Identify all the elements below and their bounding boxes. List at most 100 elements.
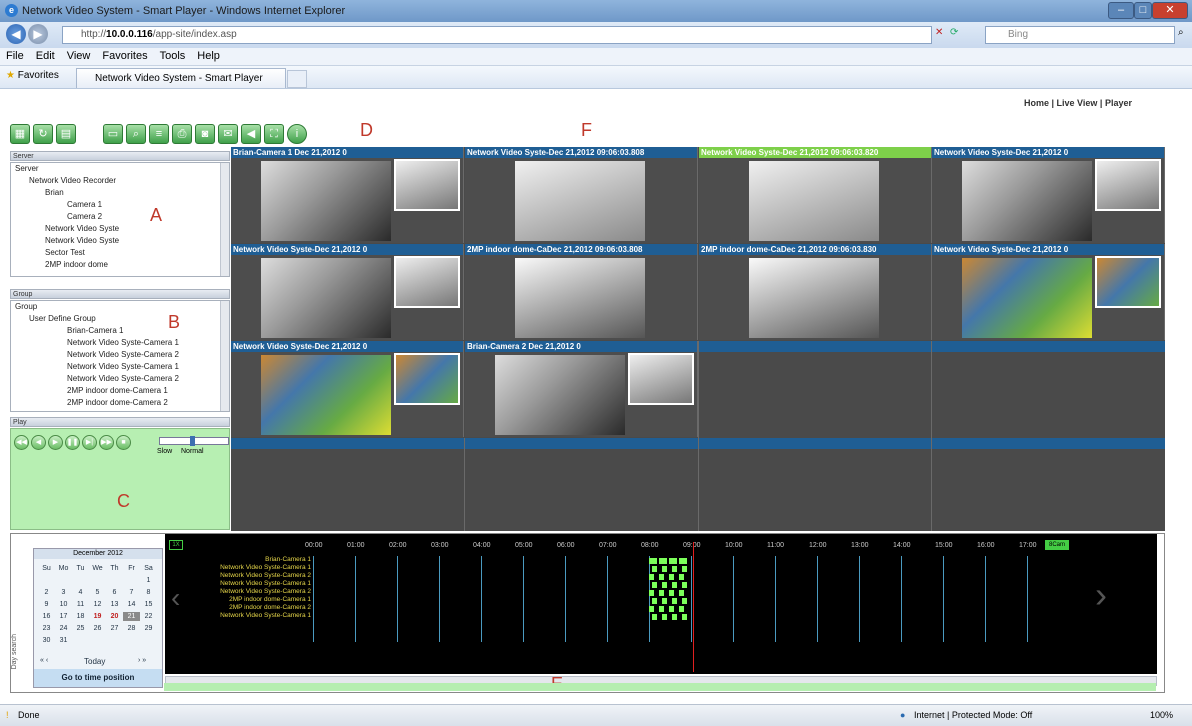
tree-node[interactable]: 2MP indoor dome-Camera 2	[11, 397, 229, 409]
play-icon[interactable]: ▶	[48, 435, 63, 450]
layout-icon[interactable]: ▦	[10, 124, 30, 144]
calendar-date[interactable]: 24	[55, 624, 72, 633]
forward-icon[interactable]: ▶	[28, 24, 48, 44]
pip-preview[interactable]	[1095, 256, 1161, 308]
info-icon[interactable]: i	[287, 124, 307, 144]
recording-bar[interactable]	[672, 582, 677, 588]
recording-bar[interactable]	[669, 558, 677, 564]
zoom-text[interactable]: 100%	[1150, 705, 1173, 725]
new-tab-button[interactable]	[287, 70, 307, 88]
tree-node[interactable]: Network Video Syste	[11, 235, 229, 247]
tree-node[interactable]: Camera 2	[11, 211, 229, 223]
pip-preview[interactable]	[394, 353, 460, 405]
goto-time-button[interactable]: Go to time position	[34, 669, 162, 687]
video-cell[interactable]: 2MP indoor dome-CaDec 21,2012 09:06:03.8…	[465, 244, 698, 340]
tree-node[interactable]: User Define Group	[11, 313, 229, 325]
tree-node[interactable]: 2MP indoor dome-Camera 1	[11, 385, 229, 397]
fullscreen-icon[interactable]: ⛶	[264, 124, 284, 144]
recording-bar[interactable]	[662, 598, 667, 604]
video-cell[interactable]: Network Video Syste-Dec 21,2012 0	[932, 244, 1165, 340]
calendar-date[interactable]: 8	[140, 588, 157, 597]
calendar-date[interactable]: 6	[106, 588, 123, 597]
calendar-date[interactable]: 27	[106, 624, 123, 633]
speed-slider[interactable]	[159, 436, 229, 446]
menu-view[interactable]: View	[61, 48, 97, 62]
calendar-date[interactable]: 26	[89, 624, 106, 633]
calendar-date[interactable]: 7	[123, 588, 140, 597]
timeline-prev-icon[interactable]: ‹	[171, 582, 180, 614]
tree-node[interactable]: Brian	[11, 187, 229, 199]
recording-bar[interactable]	[662, 614, 667, 620]
refresh-icon[interactable]: ⟳	[950, 27, 958, 38]
calendar-date[interactable]: 1	[140, 576, 157, 585]
step-back-icon[interactable]: ◀	[31, 435, 46, 450]
calendar-next[interactable]: › »	[138, 657, 146, 664]
recording-bar[interactable]	[672, 614, 677, 620]
video-cell[interactable]: Network Video Syste-Dec 21,2012 0	[231, 244, 464, 340]
server-scrollbar[interactable]	[220, 163, 229, 276]
calendar-prev[interactable]: « ‹	[40, 657, 48, 664]
camera-count-button[interactable]: 8Cam	[1045, 540, 1069, 550]
calendar-date[interactable]: 23	[38, 624, 55, 633]
menu-help[interactable]: Help	[191, 48, 226, 62]
recording-bar[interactable]	[652, 566, 657, 572]
tree-node[interactable]: Network Video Recorder	[11, 175, 229, 187]
video-cell[interactable]: 2MP indoor dome-CaDec 21,2012 09:06:03.8…	[699, 244, 932, 340]
recording-bar[interactable]	[682, 582, 687, 588]
export-icon[interactable]: ≡	[149, 124, 169, 144]
calendar-date[interactable]: 18	[72, 612, 89, 621]
search-input[interactable]: Bing	[985, 26, 1175, 44]
calendar-date[interactable]: 21	[123, 612, 140, 621]
calendar-date[interactable]: 5	[89, 588, 106, 597]
calendar-date[interactable]: 13	[106, 600, 123, 609]
recording-bar[interactable]	[672, 598, 677, 604]
calendar-date[interactable]: 12	[89, 600, 106, 609]
calendar-date[interactable]: 4	[72, 588, 89, 597]
stop-icon[interactable]: ✕	[935, 27, 943, 38]
print-icon[interactable]: ⎙	[172, 124, 192, 144]
calendar-date[interactable]: 22	[140, 612, 157, 621]
calendar-date[interactable]: 25	[72, 624, 89, 633]
recording-bar[interactable]	[659, 590, 664, 596]
menu-favorites[interactable]: Favorites	[96, 48, 153, 62]
browser-tab[interactable]: Network Video System - Smart Player	[76, 68, 286, 88]
tree-node[interactable]: Camera 1	[11, 199, 229, 211]
stop-play-icon[interactable]: ■	[116, 435, 131, 450]
recording-bar[interactable]	[659, 558, 667, 564]
video-cell[interactable]: Brian-Camera 2 Dec 21,2012 0	[465, 341, 698, 437]
timeline[interactable]: 1X 00:00 01:00 02:00 03:00 04:00 05:00 06:00 07…	[165, 534, 1157, 674]
calendar-date[interactable]: 28	[123, 624, 140, 633]
playhead[interactable]	[693, 542, 694, 672]
recording-bar[interactable]	[682, 598, 687, 604]
tree-node[interactable]: 2MP indoor dome	[11, 259, 229, 271]
rewind-icon[interactable]: ◀◀	[14, 435, 29, 450]
calendar-date[interactable]: 9	[38, 600, 55, 609]
recording-bar[interactable]	[649, 574, 654, 580]
video-cell[interactable]: Network Video Syste-Dec 21,2012 09:06:03…	[465, 147, 698, 243]
pip-preview[interactable]	[628, 353, 694, 405]
timeline-next-icon[interactable]: ›	[1095, 574, 1107, 616]
pip-preview[interactable]	[394, 256, 460, 308]
tree-node[interactable]: Network Video Syste-Camera 2	[11, 373, 229, 385]
recording-bar[interactable]	[669, 606, 674, 612]
calendar-date[interactable]: 11	[72, 600, 89, 609]
calendar-today[interactable]: Today	[84, 657, 105, 666]
back-icon[interactable]: ◀	[6, 24, 26, 44]
recording-bar[interactable]	[649, 558, 657, 564]
recording-bar[interactable]	[672, 566, 677, 572]
favorites-button[interactable]: ★ Favorites	[6, 70, 59, 81]
calendar-date[interactable]: 20	[106, 612, 123, 621]
audio-icon[interactable]: ◀	[241, 124, 261, 144]
search-icon[interactable]: ⌕	[1178, 27, 1184, 38]
pip-preview[interactable]	[1095, 159, 1161, 211]
calendar-date[interactable]: 3	[55, 588, 72, 597]
pip-preview[interactable]	[394, 159, 460, 211]
home-link[interactable]: Home	[1024, 98, 1049, 108]
calendar-date[interactable]: 14	[123, 600, 140, 609]
recording-bar[interactable]	[662, 566, 667, 572]
recording-bar[interactable]	[679, 574, 684, 580]
menu-tools[interactable]: Tools	[154, 48, 192, 62]
monitor-icon[interactable]: ▭	[103, 124, 123, 144]
recording-bar[interactable]	[679, 606, 684, 612]
recording-bar[interactable]	[652, 614, 657, 620]
